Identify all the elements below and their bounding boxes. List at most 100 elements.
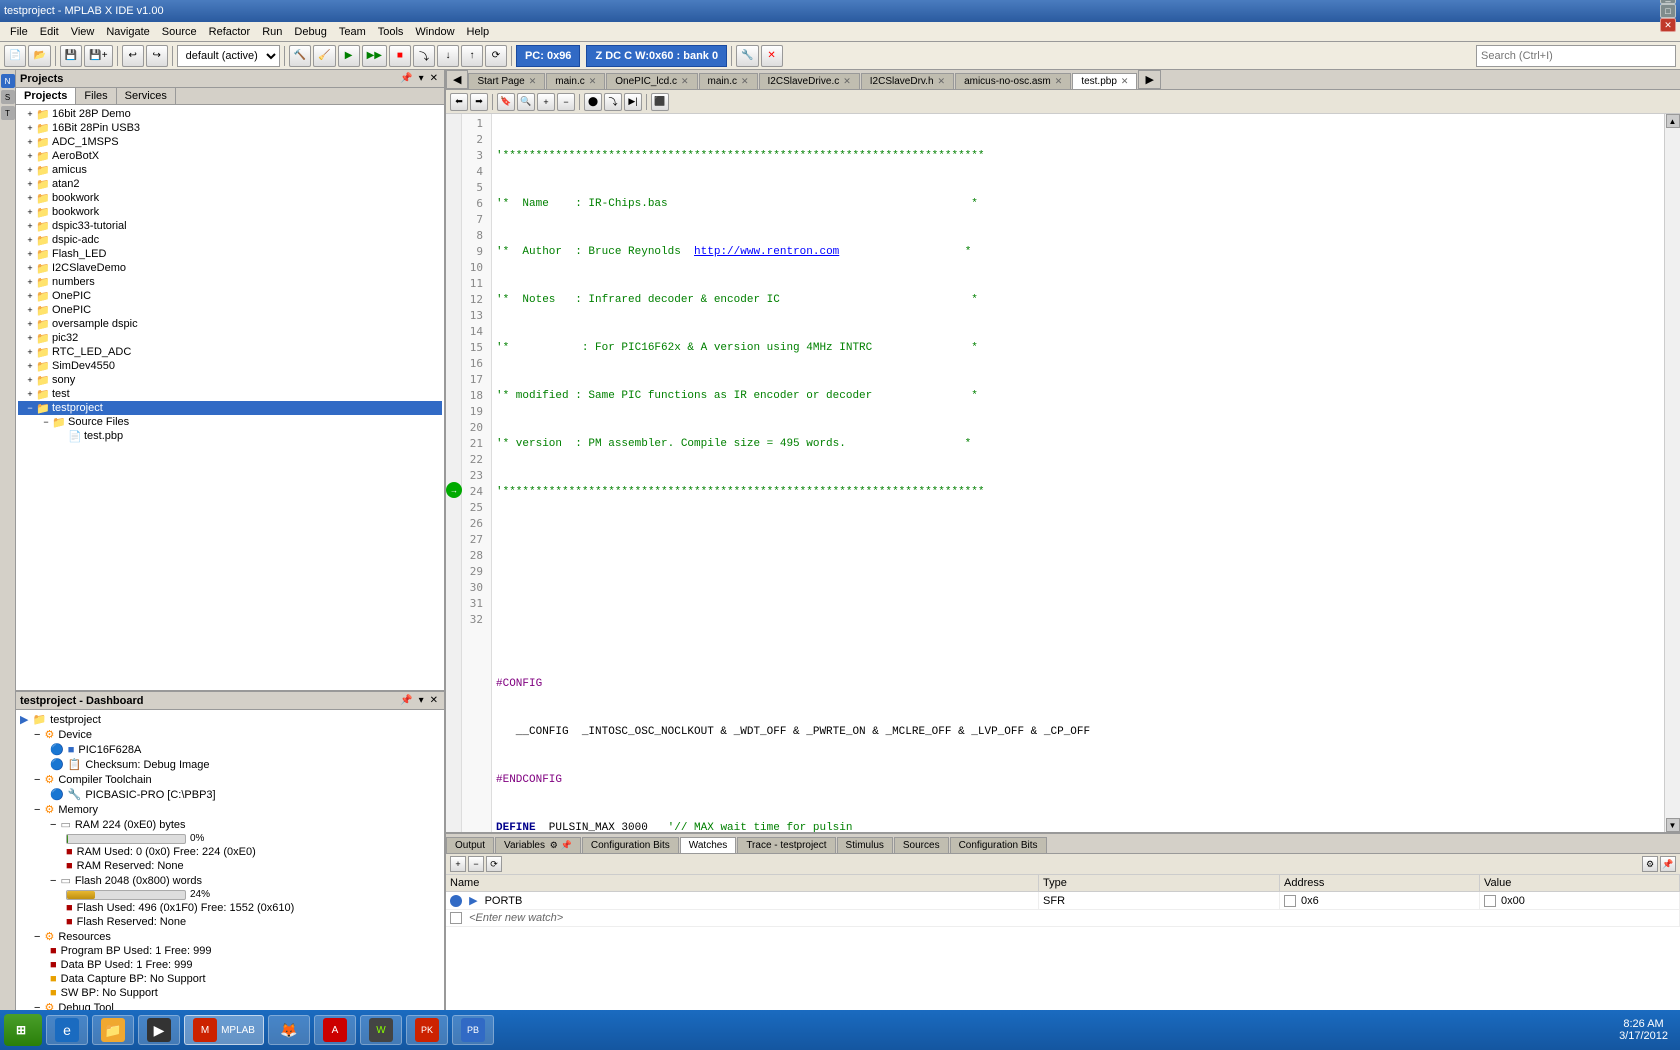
tree-item-aerobotx[interactable]: +📁AeroBotX <box>18 149 442 163</box>
tree-item-amicus[interactable]: +📁amicus <box>18 163 442 177</box>
menu-window[interactable]: Window <box>409 24 460 40</box>
taskbar-explorer-btn[interactable]: 📁 <box>92 1015 134 1045</box>
menu-tools[interactable]: Tools <box>372 24 410 40</box>
tab-projects[interactable]: Projects <box>16 88 76 104</box>
code-scrollbar-v[interactable]: ▲ ▼ <box>1664 114 1680 832</box>
taskbar-firefox-btn[interactable]: 🦊 <box>268 1015 310 1045</box>
tree-item-bookwork2[interactable]: +📁bookwork <box>18 205 442 219</box>
tab-files[interactable]: Files <box>76 88 116 104</box>
bottom-tab-variables[interactable]: Variables ⚙ 📌 <box>495 837 581 853</box>
menu-navigate[interactable]: Navigate <box>100 24 155 40</box>
dash-resources[interactable]: − ⚙ Resources <box>18 929 442 944</box>
run-btn[interactable]: ▶ <box>338 45 360 67</box>
editor-tab-amicusosc[interactable]: amicus-no-osc.asm✕ <box>955 73 1071 89</box>
etb-toggle-bp-btn[interactable]: ⬤ <box>584 93 602 111</box>
editor-tab-testpbp[interactable]: test.pbp✕ <box>1072 73 1137 89</box>
dashboard-menu-btn[interactable]: ▾ <box>417 695 426 706</box>
nav-icon-2[interactable]: S <box>1 90 15 104</box>
editor-tab-mainc2[interactable]: main.c✕ <box>699 73 758 89</box>
stop-btn[interactable]: ■ <box>389 45 411 67</box>
watches-remove-btn[interactable]: − <box>468 856 484 872</box>
variables-pin-icon[interactable]: 📌 <box>561 840 572 850</box>
close-onepic-lcd-icon[interactable]: ✕ <box>681 76 689 87</box>
tree-item-onepic1[interactable]: +📁OnePIC <box>18 289 442 303</box>
close-button[interactable]: ✕ <box>1660 18 1676 32</box>
etb-zoom-out-btn[interactable]: − <box>557 93 575 111</box>
bottom-tab-stimulus[interactable]: Stimulus <box>837 837 893 853</box>
step-over-btn[interactable]: ⤵ <box>413 45 435 67</box>
menu-help[interactable]: Help <box>461 24 496 40</box>
taskbar-media-btn[interactable]: ▶ <box>138 1015 180 1045</box>
tree-item-numbers[interactable]: +📁numbers <box>18 275 442 289</box>
tree-item-i2cslave[interactable]: +📁I2CSlaveDemo <box>18 261 442 275</box>
dash-testproject[interactable]: ▶ 📁 testproject <box>18 712 442 727</box>
dash-ram[interactable]: − ▭ RAM 224 (0xE0) bytes <box>18 817 442 832</box>
new-project-btn[interactable]: 📄 <box>4 45 26 67</box>
menu-run[interactable]: Run <box>256 24 288 40</box>
tree-item-adc1msps[interactable]: +📁ADC_1MSPS <box>18 135 442 149</box>
tree-item-sony[interactable]: +📁sony <box>18 373 442 387</box>
dash-device[interactable]: − ⚙ Device <box>18 727 442 742</box>
projects-menu-btn[interactable]: ▾ <box>417 73 426 84</box>
menu-source[interactable]: Source <box>156 24 203 40</box>
add-watch-label[interactable]: <Enter new watch> <box>469 912 563 924</box>
dashboard-close-btn[interactable]: ✕ <box>428 695 440 706</box>
close-i2cslavedrv-icon[interactable]: ✕ <box>938 76 946 87</box>
menu-file[interactable]: File <box>4 24 34 40</box>
open-project-btn[interactable]: 📂 <box>28 45 50 67</box>
bottom-tab-config-bits-1[interactable]: Configuration Bits <box>582 837 679 853</box>
projects-pin-btn[interactable]: 📌 <box>398 73 414 84</box>
watches-pin-btn[interactable]: 📌 <box>1660 856 1676 872</box>
maximize-button[interactable]: □ <box>1660 4 1676 18</box>
tree-item-test[interactable]: +📁test <box>18 387 442 401</box>
taskbar-pickit-btn[interactable]: PK <box>406 1015 448 1045</box>
scrollbar-up-btn[interactable]: ▲ <box>1666 114 1680 128</box>
step-out-btn[interactable]: ↑ <box>461 45 483 67</box>
debugger-btn[interactable]: ✕ <box>761 45 783 67</box>
clean-btn[interactable]: 🧹 <box>313 45 335 67</box>
dash-picbasic[interactable]: 🔵 🔧 PICBASIC-PRO [C:\PBP3] <box>18 787 442 802</box>
undo-btn[interactable]: ↩ <box>122 45 144 67</box>
taskbar-ie-btn[interactable]: e <box>46 1015 88 1045</box>
etb-stop-debug-btn[interactable]: ⬛ <box>651 93 669 111</box>
etb-zoom-in-btn[interactable]: + <box>537 93 555 111</box>
projects-close-btn[interactable]: ✕ <box>428 73 440 84</box>
tree-item-16bit28p[interactable]: +📁16bit 28P Demo <box>18 107 442 121</box>
watches-add-btn[interactable]: + <box>450 856 466 872</box>
reset-btn[interactable]: ⟳ <box>485 45 507 67</box>
tree-item-pic32[interactable]: +📁pic32 <box>18 331 442 345</box>
bottom-tab-config-bits-2[interactable]: Configuration Bits <box>950 837 1047 853</box>
editor-tab-startpage[interactable]: Start Page✕ <box>468 73 545 89</box>
taskbar-mplab-btn[interactable]: M MPLAB <box>184 1015 264 1045</box>
debug-btn[interactable]: ▶▶ <box>362 45 387 67</box>
redo-btn[interactable]: ↪ <box>146 45 168 67</box>
menu-debug[interactable]: Debug <box>288 24 332 40</box>
bottom-tab-watches[interactable]: Watches <box>680 837 737 853</box>
tree-item-onepic2[interactable]: +📁OnePIC <box>18 303 442 317</box>
save-btn[interactable]: 💾 <box>60 45 82 67</box>
scrollbar-down-btn[interactable]: ▼ <box>1666 818 1680 832</box>
etb-bookmark-btn[interactable]: 🔖 <box>497 93 515 111</box>
dash-checksum[interactable]: 🔵 📋 Checksum: Debug Image <box>18 757 442 772</box>
dashboard-pin-btn[interactable]: 📌 <box>398 695 414 706</box>
menu-team[interactable]: Team <box>333 24 372 40</box>
menu-view[interactable]: View <box>65 24 101 40</box>
watches-add-placeholder[interactable]: <Enter new watch> <box>446 910 1680 927</box>
etb-run-cursor-btn[interactable]: ▶| <box>624 93 642 111</box>
tab-services[interactable]: Services <box>117 88 176 104</box>
build-btn[interactable]: 🔨 <box>289 45 311 67</box>
editor-tab-nav-left[interactable]: ◀ <box>446 70 468 89</box>
tree-item-atan2[interactable]: +📁atan2 <box>18 177 442 191</box>
etb-forward-btn[interactable]: ➡ <box>470 93 488 111</box>
close-startpage-icon[interactable]: ✕ <box>529 76 537 87</box>
taskbar-acrobat-btn[interactable]: A <box>314 1015 356 1045</box>
menu-refactor[interactable]: Refactor <box>203 24 257 40</box>
etb-search-btn[interactable]: 🔍 <box>517 93 535 111</box>
bottom-tab-trace[interactable]: Trace - testproject <box>737 837 835 853</box>
step-into-btn[interactable]: ↓ <box>437 45 459 67</box>
tree-item-bookwork1[interactable]: +📁bookwork <box>18 191 442 205</box>
code-content[interactable]: '***************************************… <box>492 114 1664 832</box>
value-toggle-portb[interactable] <box>1484 895 1496 907</box>
tree-item-dspic33[interactable]: +📁dspic33-tutorial <box>18 219 442 233</box>
profile-dropdown[interactable]: default (active) <box>177 45 280 67</box>
